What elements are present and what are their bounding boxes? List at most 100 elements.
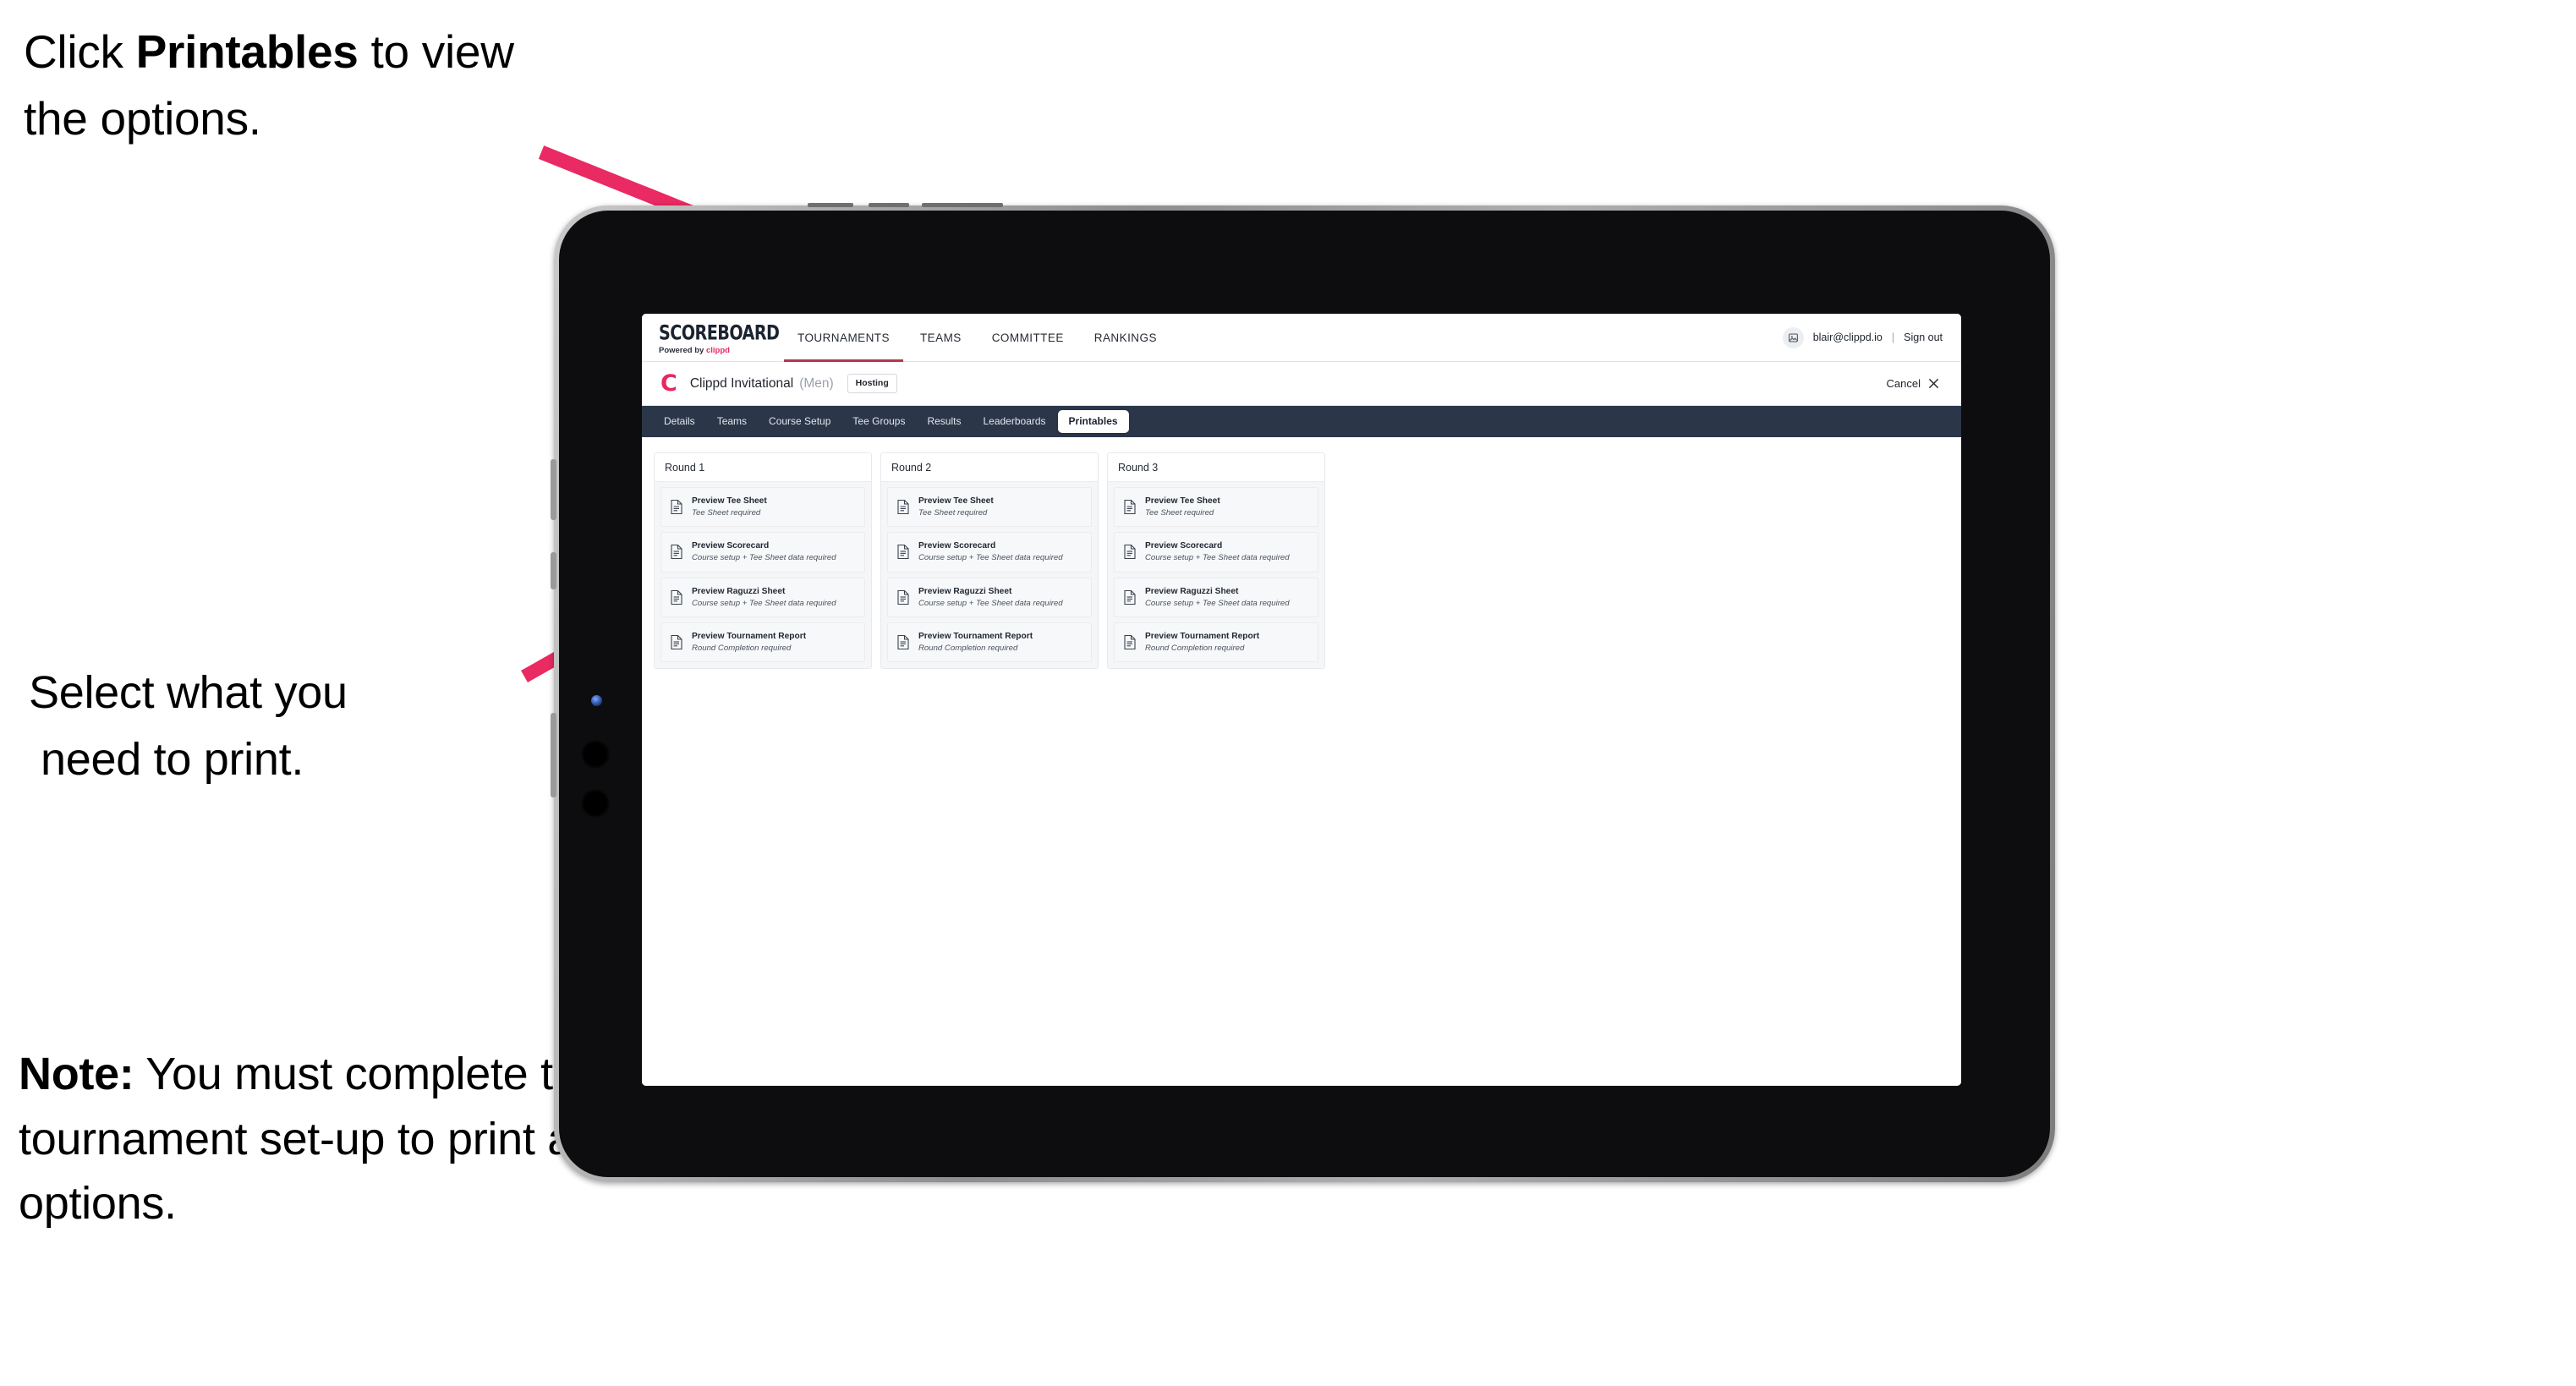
document-icon [897,500,909,515]
document-icon [1124,635,1136,650]
printable-row[interactable]: Preview Tee Sheet Tee Sheet required [1114,487,1318,528]
printable-subtitle: Course setup + Tee Sheet data required [918,598,1063,608]
printable-subtitle: Tee Sheet required [692,508,761,518]
user-email-label: blair@clippd.io [1812,331,1883,343]
document-icon [671,589,682,605]
tablet-physical-button-1[interactable] [581,740,610,769]
tab-details[interactable]: Details [654,411,705,432]
nav-item-committee-label: COMMITTEE [991,331,1064,344]
scoreboard-logo: SCOREBOARD Powered by clippd [659,320,780,355]
annotation-note-bold: Note: [19,1049,134,1099]
annotation-select-to-print: Select what you need to print. [29,660,536,793]
document-icon [671,545,682,560]
account-separator: | [1891,331,1895,343]
tablet-device-frame: SCOREBOARD Powered by clippd TOURNAMENTS… [551,203,2055,1182]
printable-subtitle: Tee Sheet required [1145,508,1214,518]
document-icon [1124,500,1136,515]
tab-course-setup-label: Course Setup [769,414,831,427]
document-icon [897,545,909,560]
printable-row[interactable]: Preview Tee Sheet Tee Sheet required [660,487,865,528]
status-led-indicator [591,695,602,706]
printable-title: Preview Tournament Report [1145,631,1260,641]
printable-row[interactable]: Preview Scorecard Course setup + Tee She… [1114,532,1318,572]
logo-powered-prefix: Powered by [659,345,706,355]
nav-item-teams[interactable]: TEAMS [905,314,977,362]
printable-title: Preview Tee Sheet [692,496,767,506]
printable-subtitle: Round Completion required [918,643,1018,653]
printable-subtitle: Course setup + Tee Sheet data required [692,598,836,608]
tablet-side-button-power[interactable] [551,459,556,520]
document-icon [897,589,909,605]
round-card-title: Round 3 [1108,453,1324,482]
status-badge: Hosting [847,374,897,393]
cancel-button-label: Cancel [1886,377,1921,390]
tablet-side-button-volume[interactable] [551,552,556,589]
printable-row[interactable]: Preview Raguzzi Sheet Course setup + Tee… [660,577,865,617]
tablet-top-seam-3 [922,203,1003,207]
tab-printables[interactable]: Printables [1057,409,1129,434]
tab-teams-label: Teams [716,414,748,427]
tournament-header-row: C Clippd Invitational (Men) Hosting Canc… [642,362,1961,406]
round-card-body: Preview Tee Sheet Tee Sheet required Pre… [1108,482,1324,669]
user-avatar-icon[interactable] [1782,326,1804,348]
nav-item-tournaments[interactable]: TOURNAMENTS [782,314,905,362]
printable-row[interactable]: Preview Tee Sheet Tee Sheet required [887,487,1092,528]
annotation-click-printables: Click Printables to view the options. [24,19,573,152]
printable-title: Preview Tee Sheet [1145,496,1220,506]
printable-title: Preview Scorecard [692,541,770,551]
printable-title: Preview Tournament Report [918,631,1033,641]
printable-title: Preview Scorecard [1145,541,1223,551]
logo-brand-clippd: clippd [705,345,730,355]
tablet-bezel: SCOREBOARD Powered by clippd TOURNAMENTS… [559,211,2050,1177]
tab-details-label: Details [664,414,695,427]
tablet-physical-button-2[interactable] [581,789,610,818]
tab-tee-groups[interactable]: Tee Groups [842,411,915,432]
printable-row[interactable]: Preview Tournament Report Round Completi… [887,622,1092,663]
tab-results[interactable]: Results [917,411,971,432]
document-icon [671,635,682,650]
annotation-top-bold: Printables [135,25,359,78]
tablet-side-button-extra[interactable] [551,713,556,797]
nav-item-committee[interactable]: COMMITTEE [977,314,1079,362]
printable-subtitle: Round Completion required [692,643,792,653]
printable-row[interactable]: Preview Tournament Report Round Completi… [660,622,865,663]
section-tabs: Details Teams Course Setup Tee Groups Re… [642,406,1961,437]
tab-leaderboards-label: Leaderboards [983,414,1046,427]
tab-leaderboards[interactable]: Leaderboards [973,411,1055,432]
printable-row[interactable]: Preview Raguzzi Sheet Course setup + Tee… [887,577,1092,617]
printable-subtitle: Course setup + Tee Sheet data required [918,553,1063,563]
round-card: Round 2 Preview Tee Sheet Tee Sheet requ… [880,452,1099,670]
logo-wordmark: SCOREBOARD [659,320,780,345]
clippd-logo-icon: C [660,370,677,397]
nav-item-rankings-label: RANKINGS [1093,331,1157,344]
app-header: SCOREBOARD Powered by clippd TOURNAMENTS… [642,314,1961,362]
printable-row[interactable]: Preview Scorecard Course setup + Tee She… [660,532,865,572]
document-icon [897,635,909,650]
printable-subtitle: Course setup + Tee Sheet data required [1145,598,1290,608]
tab-teams[interactable]: Teams [707,411,757,432]
printable-row[interactable]: Preview Raguzzi Sheet Course setup + Tee… [1114,577,1318,617]
tablet-top-seam-1 [808,203,853,207]
printable-row[interactable]: Preview Scorecard Course setup + Tee She… [887,532,1092,572]
cancel-button[interactable]: Cancel [1887,377,1944,390]
printable-title: Preview Raguzzi Sheet [692,586,786,596]
tournament-name: Clippd Invitational [689,375,794,391]
round-card-title: Round 1 [655,453,871,482]
nav-item-tournaments-label: TOURNAMENTS [797,331,890,344]
annotation-mid-line1: Select what you [29,667,348,718]
tablet-screen: SCOREBOARD Powered by clippd TOURNAMENTS… [642,314,1961,1086]
logo-powered-by: Powered by clippd [659,346,759,355]
primary-nav: TOURNAMENTS TEAMS COMMITTEE RANKINGS [782,314,1172,362]
nav-item-rankings[interactable]: RANKINGS [1079,314,1172,362]
close-icon [1928,378,1939,389]
printable-title: Preview Tournament Report [692,631,807,641]
round-card-body: Preview Tee Sheet Tee Sheet required Pre… [881,482,1098,669]
round-card-title: Round 2 [881,453,1098,482]
printable-subtitle: Course setup + Tee Sheet data required [692,553,836,563]
round-card: Round 1 Preview Tee Sheet Tee Sheet requ… [654,452,872,670]
sign-out-button[interactable]: Sign out [1904,331,1943,343]
printable-row[interactable]: Preview Tournament Report Round Completi… [1114,622,1318,663]
printable-subtitle: Course setup + Tee Sheet data required [1145,553,1290,563]
tab-printables-label: Printables [1068,414,1118,427]
tab-course-setup[interactable]: Course Setup [759,411,841,432]
